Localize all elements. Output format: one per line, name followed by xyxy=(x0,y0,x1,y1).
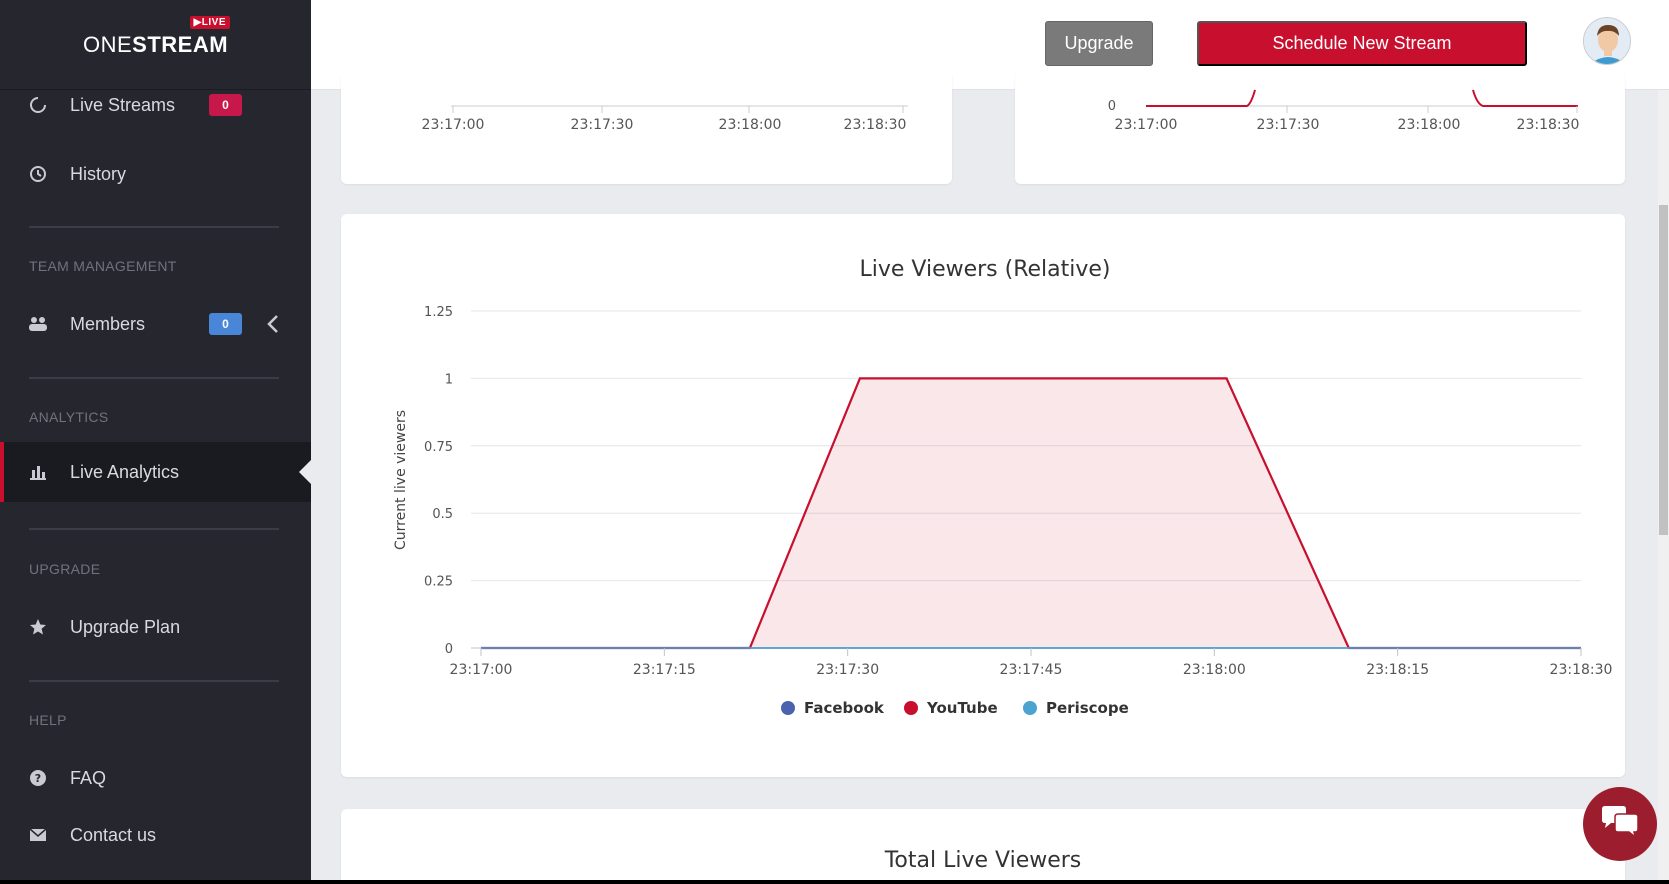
section-label-team: TEAM MANAGEMENT xyxy=(29,258,177,274)
star-icon xyxy=(28,617,48,637)
sidebar-item-upgrade-plan[interactable]: Upgrade Plan xyxy=(0,597,311,657)
top-right-chart: 0 23:17:00 23:17:30 23:18:00 23:18:30 xyxy=(1108,89,1580,133)
envelope-icon xyxy=(28,825,48,845)
chevron-left-icon[interactable] xyxy=(266,314,280,339)
sidebar-item-history[interactable]: History xyxy=(0,144,311,204)
section-label-help: HELP xyxy=(29,712,67,728)
bar-chart-icon xyxy=(28,462,48,482)
sidebar-divider xyxy=(29,528,279,530)
x-tick-label: 23:17:15 xyxy=(633,662,696,678)
y-tick-label: 0.25 xyxy=(424,575,453,590)
sidebar-item-faq[interactable]: ? FAQ xyxy=(0,748,311,808)
legend-label: Periscope xyxy=(1046,699,1129,717)
legend-label: YouTube xyxy=(926,699,998,717)
sidebar-divider xyxy=(29,377,279,379)
logo-name-light: ONE xyxy=(82,31,133,57)
x-tick-label: 23:18:30 xyxy=(844,117,907,133)
legend-marker xyxy=(904,701,918,715)
legend-item-facebook[interactable]: Facebook xyxy=(781,699,885,717)
top-left-chart-card: 23:17:00 23:17:30 23:18:00 23:18:30 xyxy=(341,70,952,184)
users-icon xyxy=(28,314,48,334)
legend-marker xyxy=(781,701,795,715)
sidebar-divider xyxy=(29,226,279,228)
sidebar-item-label: Live Analytics xyxy=(70,461,180,482)
live-streams-count-badge: 0 xyxy=(209,94,242,116)
section-label-analytics: ANALYTICS xyxy=(29,409,109,425)
x-tick-label: 23:17:00 xyxy=(422,117,485,133)
youtube-series-line xyxy=(1472,89,1578,107)
members-count-badge: 0 xyxy=(209,313,242,335)
y-tick-label: 1 xyxy=(445,372,453,387)
avatar[interactable] xyxy=(1583,17,1631,65)
x-tick-label: 23:17:00 xyxy=(1115,117,1178,133)
chart-title: Live Viewers (Relative) xyxy=(859,257,1110,282)
y-tick-label: 0.75 xyxy=(424,440,453,455)
y-tick-label: 0 xyxy=(1108,99,1116,114)
top-left-chart: 23:17:00 23:17:30 23:18:00 23:18:30 xyxy=(422,105,908,133)
total-live-viewers-card: Total Live Viewers xyxy=(341,809,1625,884)
x-tick-label: 23:17:30 xyxy=(1257,117,1320,133)
sidebar-item-label: Members xyxy=(70,313,146,334)
sidebar-item-label: Contact us xyxy=(70,824,157,845)
legend-marker xyxy=(1023,701,1037,715)
live-viewers-chart: Live Viewers (Relative) Current live vie… xyxy=(393,257,1613,717)
sidebar-item-live-streams[interactable]: Live Streams 0 xyxy=(0,75,311,135)
chat-button[interactable] xyxy=(1583,787,1657,861)
logo-live-label: LIVE xyxy=(201,16,227,28)
sidebar: ONESTREAM ▶LIVE Live Streams 0 History T… xyxy=(0,0,311,884)
y-axis-label: Current live viewers xyxy=(393,410,409,550)
legend-label: Facebook xyxy=(804,699,885,717)
scrollbar-thumb[interactable] xyxy=(1659,205,1668,535)
sidebar-item-label: Live Streams xyxy=(70,94,176,115)
x-tick-label: 23:18:30 xyxy=(1517,117,1580,133)
legend-item-youtube[interactable]: YouTube xyxy=(904,699,998,717)
sidebar-item-live-analytics[interactable]: Live Analytics xyxy=(0,442,311,502)
top-right-chart-card: 0 23:17:00 23:17:30 23:18:00 23:18:30 xyxy=(1015,70,1625,184)
sidebar-item-label: FAQ xyxy=(70,767,107,788)
x-tick-label: 23:18:00 xyxy=(1183,662,1246,678)
svg-text:?: ? xyxy=(35,772,41,785)
upgrade-button[interactable]: Upgrade xyxy=(1045,21,1153,66)
sidebar-item-label: History xyxy=(70,163,127,184)
y-tick-label: 0 xyxy=(445,642,453,657)
sidebar-item-members[interactable]: Members 0 xyxy=(0,294,311,354)
sidebar-item-contact-us[interactable]: Contact us xyxy=(0,805,311,865)
sidebar-divider xyxy=(29,680,279,682)
logo-text: ONESTREAM ▶LIVE xyxy=(82,15,231,58)
y-tick-label: 0.5 xyxy=(432,507,453,522)
logo-live-tag: ▶LIVE xyxy=(189,15,231,29)
x-tick-label: 23:18:15 xyxy=(1366,662,1429,678)
x-tick-label: 23:18:00 xyxy=(719,117,782,133)
x-tick-label: 23:18:30 xyxy=(1550,662,1613,678)
x-tick-label: 23:17:00 xyxy=(450,662,513,678)
refresh-icon xyxy=(28,95,48,115)
x-tick-label: 23:17:30 xyxy=(571,117,634,133)
bottom-strip xyxy=(0,880,1669,884)
logo-name-bold: STREAM xyxy=(132,31,229,57)
section-label-upgrade: UPGRADE xyxy=(29,561,101,577)
clock-icon xyxy=(28,164,48,184)
x-tick-label: 23:17:45 xyxy=(1000,662,1063,678)
x-tick-label: 23:18:00 xyxy=(1398,117,1461,133)
schedule-new-stream-button[interactable]: Schedule New Stream xyxy=(1197,21,1527,66)
sidebar-item-label: Upgrade Plan xyxy=(70,616,181,637)
card-title: Total Live Viewers xyxy=(884,848,1082,873)
chat-bubbles-icon xyxy=(1599,805,1641,844)
x-tick-label: 23:17:30 xyxy=(816,662,879,678)
youtube-series-line xyxy=(1146,89,1256,107)
legend-item-periscope[interactable]: Periscope xyxy=(1023,699,1129,717)
question-icon: ? xyxy=(28,768,48,788)
y-tick-label: 1.25 xyxy=(424,305,453,320)
live-viewers-chart-card: Live Viewers (Relative) Current live vie… xyxy=(341,214,1625,777)
